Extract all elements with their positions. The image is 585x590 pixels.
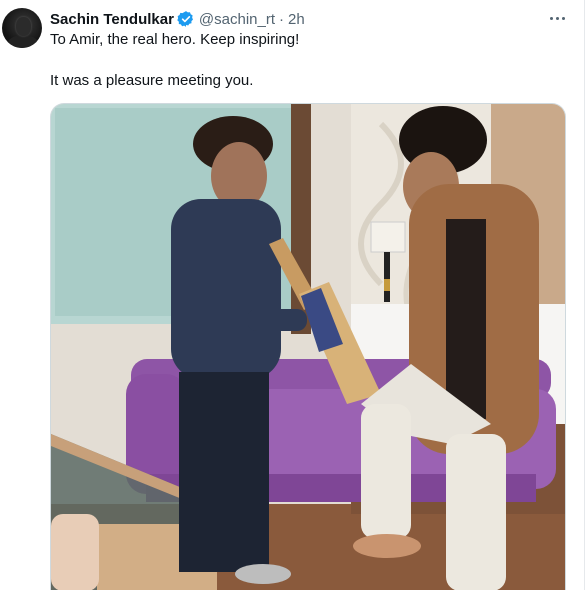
separator-dot: · (279, 10, 285, 28)
tweet-text-line: It was a pleasure meeting you. (50, 72, 254, 89)
tweet-header: Sachin Tendulkar @sachin_rt · 2h (50, 9, 305, 29)
author-handle[interactable]: @sachin_rt (199, 11, 275, 28)
more-dot (549, 16, 553, 20)
tweet-video[interactable] (50, 103, 566, 590)
author-avatar[interactable] (2, 8, 42, 48)
avatar-face (16, 17, 31, 36)
more-dot (561, 16, 565, 20)
tweet-card[interactable]: Sachin Tendulkar @sachin_rt · 2h To Amir… (0, 0, 585, 590)
tweet-text-line: To Amir, the real hero. Keep inspiring! (50, 31, 300, 48)
more-dot (555, 16, 559, 20)
video-frame-image (51, 104, 565, 590)
avatar-shoulders (8, 35, 38, 48)
more-options-icon[interactable] (545, 9, 569, 27)
author-display-name[interactable]: Sachin Tendulkar (50, 11, 174, 28)
tweet-timestamp[interactable]: 2h (288, 11, 305, 28)
verified-badge-icon (177, 11, 193, 27)
